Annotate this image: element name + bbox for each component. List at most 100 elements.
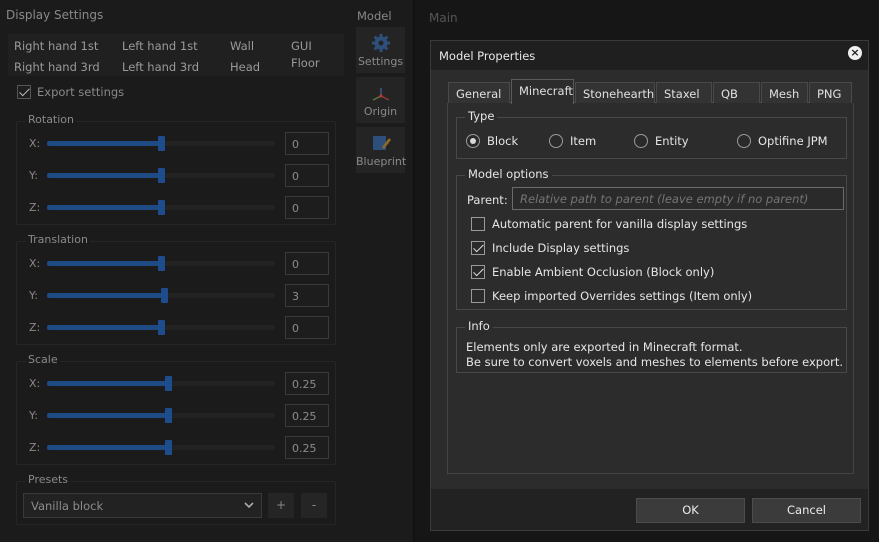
radio-block[interactable] xyxy=(466,134,480,148)
ambient-occlusion-row[interactable]: Enable Ambient Occlusion (Block only) xyxy=(471,265,714,279)
keep-overrides-row[interactable]: Keep imported Overrides settings (Item o… xyxy=(471,289,752,303)
slider-thumb[interactable] xyxy=(164,440,172,455)
rotation-z-row: Z: 0 xyxy=(17,196,335,220)
tab-staxel[interactable]: Staxel xyxy=(656,82,712,103)
origin-button[interactable]: Origin xyxy=(356,77,405,123)
translation-y-slider[interactable] xyxy=(47,288,275,303)
presets-label: Presets xyxy=(26,473,71,486)
remove-preset-button[interactable]: - xyxy=(301,493,327,518)
tab-qb[interactable]: QB xyxy=(713,82,760,103)
cancel-button[interactable]: Cancel xyxy=(752,498,861,523)
translation-x-slider[interactable] xyxy=(47,256,275,271)
translation-z-input[interactable]: 0 xyxy=(285,316,329,339)
translation-z-slider[interactable] xyxy=(47,320,275,335)
scale-x-slider[interactable] xyxy=(47,376,275,391)
slider-thumb[interactable] xyxy=(161,288,169,303)
scale-z-row: Z: 0.25 xyxy=(17,436,335,460)
gear-icon xyxy=(370,33,392,53)
radio-item[interactable] xyxy=(549,134,563,148)
include-display-row[interactable]: Include Display settings xyxy=(471,241,629,255)
tab-right-hand-3rd[interactable]: Right hand 3rd xyxy=(14,60,100,74)
blueprint-button[interactable]: Blueprint xyxy=(356,127,407,173)
radio-optifine-jpm[interactable] xyxy=(737,134,751,148)
slider-thumb[interactable] xyxy=(158,256,165,271)
slider-thumb[interactable] xyxy=(158,136,165,151)
scale-z-slider[interactable] xyxy=(47,440,275,455)
presets-select[interactable]: Vanilla block xyxy=(23,493,262,518)
rotation-group: Rotation X: 0 Y: 0 Z: 0 xyxy=(16,113,336,225)
scale-x-input[interactable]: 0.25 xyxy=(285,372,329,395)
dialog-tabbar: General Minecraft Stonehearth Staxel QB … xyxy=(448,79,852,104)
tab-mesh[interactable]: Mesh xyxy=(761,82,808,103)
display-slot-tabs: Right hand 1st Left hand 1st Wall GUI Ri… xyxy=(8,34,344,76)
slider-thumb[interactable] xyxy=(164,376,172,391)
radio-entity[interactable] xyxy=(634,134,648,148)
translation-group: Translation X: 0 Y: 3 Z: 0 xyxy=(16,233,336,345)
automatic-parent-checkbox[interactable] xyxy=(471,217,485,231)
tab-left-hand-3rd[interactable]: Left hand 3rd xyxy=(122,60,199,74)
settings-button-label: Settings xyxy=(357,55,404,68)
slider-thumb[interactable] xyxy=(158,320,165,335)
tab-gui[interactable]: GUI xyxy=(291,39,312,53)
rotation-z-slider[interactable] xyxy=(47,200,275,215)
export-settings-row[interactable]: Export settings xyxy=(17,85,124,99)
include-display-checkbox[interactable] xyxy=(471,241,485,255)
add-preset-button[interactable]: + xyxy=(268,493,294,518)
tab-right-hand-1st[interactable]: Right hand 1st xyxy=(14,39,98,53)
tab-minecraft[interactable]: Minecraft xyxy=(511,79,574,104)
type-option-block[interactable]: Block xyxy=(466,134,518,148)
tab-floor[interactable]: Floor xyxy=(291,56,320,70)
settings-button[interactable]: Settings xyxy=(356,27,405,73)
tab-general[interactable]: General xyxy=(448,82,510,103)
type-option-item[interactable]: Item xyxy=(549,134,596,148)
tab-head[interactable]: Head xyxy=(230,60,260,74)
scale-y-slider[interactable] xyxy=(47,408,275,423)
tab-stonehearth[interactable]: Stonehearth xyxy=(575,82,655,103)
rotation-label: Rotation xyxy=(26,113,77,126)
blueprint-button-label: Blueprint xyxy=(356,155,407,168)
translation-x-input[interactable]: 0 xyxy=(285,252,329,275)
slider-thumb[interactable] xyxy=(158,200,165,215)
translation-y-input[interactable]: 3 xyxy=(285,284,329,307)
slider-thumb[interactable] xyxy=(164,408,172,423)
main-title: Main xyxy=(429,11,458,25)
scale-x-row: X: 0.25 xyxy=(17,372,335,396)
info-line: Elements only are exported in Minecraft … xyxy=(466,340,743,354)
rotation-y-slider[interactable] xyxy=(47,168,275,183)
chevron-down-icon xyxy=(243,497,255,516)
info-group: Info Elements only are exported in Minec… xyxy=(456,319,847,373)
scale-z-input[interactable]: 0.25 xyxy=(285,436,329,459)
parent-label: Parent: xyxy=(467,193,508,207)
translation-y-row: Y: 3 xyxy=(17,284,335,308)
tab-png[interactable]: PNG xyxy=(809,82,852,103)
presets-group: Presets Vanilla block + - xyxy=(16,473,336,525)
tab-left-hand-1st[interactable]: Left hand 1st xyxy=(122,39,198,53)
automatic-parent-row[interactable]: Automatic parent for vanilla display set… xyxy=(471,217,747,231)
scale-y-input[interactable]: 0.25 xyxy=(285,404,329,427)
parent-input[interactable] xyxy=(512,187,844,210)
ok-button[interactable]: OK xyxy=(636,498,745,523)
slider-thumb[interactable] xyxy=(158,168,165,183)
keep-overrides-checkbox[interactable] xyxy=(471,289,485,303)
rotation-x-input[interactable]: 0 xyxy=(285,132,329,155)
origin-button-label: Origin xyxy=(363,105,398,118)
export-settings-checkbox[interactable] xyxy=(17,85,31,99)
checkbox-label: Automatic parent for vanilla display set… xyxy=(492,217,748,231)
rotation-z-input[interactable]: 0 xyxy=(285,196,329,219)
rotation-x-slider[interactable] xyxy=(47,136,275,151)
model-options-group: Model options Parent: Automatic parent f… xyxy=(456,167,847,310)
tab-wall[interactable]: Wall xyxy=(230,39,254,53)
type-option-entity[interactable]: Entity xyxy=(634,134,689,148)
axis-label: Y: xyxy=(29,409,38,422)
scale-group: Scale X: 0.25 Y: 0.25 Z: 0.25 xyxy=(16,353,336,465)
info-line: Be sure to convert voxels and meshes to … xyxy=(466,355,843,369)
type-group: Type Block Item Entity Optifine JPM xyxy=(456,109,847,159)
close-icon[interactable]: × xyxy=(848,46,862,60)
rotation-y-row: Y: 0 xyxy=(17,164,335,188)
translation-x-row: X: 0 xyxy=(17,252,335,276)
dialog-footer: OK Cancel xyxy=(431,489,868,530)
type-label: Type xyxy=(465,109,498,123)
rotation-y-input[interactable]: 0 xyxy=(285,164,329,187)
ambient-occlusion-checkbox[interactable] xyxy=(471,265,485,279)
type-option-optifine-jpm[interactable]: Optifine JPM xyxy=(737,134,828,148)
